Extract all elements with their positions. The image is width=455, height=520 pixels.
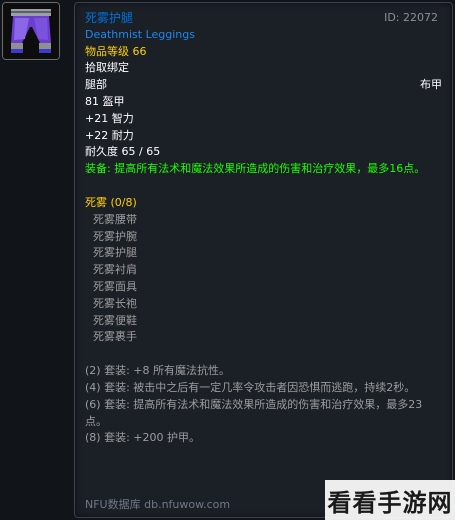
armor-type-label: 布甲	[420, 78, 442, 92]
equip-effect: 装备: 提高所有法术和魔法效果所造成的伤害和治疗效果，最多16点。	[85, 162, 426, 176]
stat-intellect: +21 智力	[85, 111, 134, 125]
set-piece-wrist[interactable]: 死雾护腕	[85, 229, 442, 246]
slot-label: 腿部	[85, 78, 107, 92]
item-id-label: ID: 22072	[384, 11, 438, 24]
site-watermark: 看看手游网	[327, 488, 453, 517]
set-piece-legs[interactable]: 死雾护腿	[85, 245, 442, 262]
armor-value: 81 盔甲	[85, 94, 125, 108]
set-piece-head[interactable]: 死雾面具	[85, 279, 442, 296]
watermark-box: 看看手游网	[325, 480, 455, 520]
bind-type: 拾取绑定	[85, 61, 129, 75]
stat-stamina: +22 耐力	[85, 128, 134, 142]
set-piece-waist[interactable]: 死雾腰带	[85, 212, 442, 229]
purple-leggings-icon	[3, 3, 59, 59]
durability: 耐久度 65 / 65	[85, 145, 161, 159]
set-bonus-6: (6) 套装: 提高所有法术和魔法效果所造成的伤害和治疗效果，最多23点。	[85, 397, 423, 428]
item-name-en[interactable]: Deathmist Leggings	[85, 27, 442, 44]
set-bonus-2: (2) 套装: +8 所有魔法抗性。	[85, 364, 230, 378]
source-footer[interactable]: NFU数据库 db.nfuwow.com	[85, 496, 230, 512]
slot-row: 腿部 布甲	[85, 77, 442, 94]
item-icon-frame[interactable]	[2, 2, 60, 60]
item-tooltip: ID: 22072 死雾护腿 Deathmist Leggings 物品等级 6…	[74, 2, 453, 518]
set-bonus-4: (4) 套装: 被击中之后有一定几率令攻击者因恐惧而逃跑，持续2秒。	[85, 380, 416, 394]
set-piece-feet[interactable]: 死雾便鞋	[85, 313, 442, 330]
set-piece-shoulder[interactable]: 死雾衬肩	[85, 262, 442, 279]
set-title[interactable]: 死雾 (0/8)	[85, 195, 442, 212]
item-level: 物品等级 66	[85, 44, 147, 58]
set-bonus-8: (8) 套装: +200 护甲。	[85, 431, 200, 445]
set-piece-hands[interactable]: 死雾裹手	[85, 329, 442, 346]
set-piece-robe[interactable]: 死雾长袍	[85, 296, 442, 313]
